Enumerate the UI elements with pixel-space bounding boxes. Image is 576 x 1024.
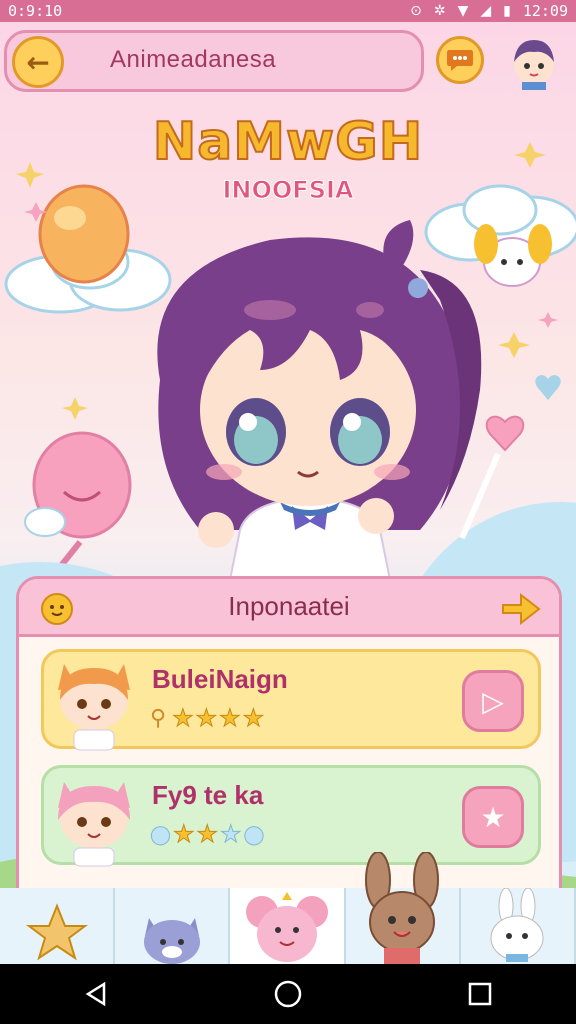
item-title: BuleiNaign: [152, 664, 288, 694]
balloon-orange: [38, 184, 130, 284]
back-arrow-icon: ←: [26, 45, 50, 79]
star-tab-icon: [25, 903, 88, 961]
cat-girl-avatar: [58, 782, 130, 867]
signal-icon: ✲: [433, 3, 446, 19]
tab-rabbit[interactable]: [461, 888, 576, 964]
flower-icon: [41, 593, 73, 625]
star-icon: ★: [219, 820, 242, 849]
nav-recents-button[interactable]: [460, 974, 500, 1014]
top-bar: ← Animeadanesa: [0, 26, 576, 96]
star-icon: ★: [196, 820, 218, 849]
list-item[interactable]: Fy9 te ka ● ★ ★ ★ ● ★: [41, 765, 541, 867]
star-icon: ★: [172, 820, 195, 849]
back-nav-icon: [85, 981, 106, 1007]
star-icon: ★: [195, 704, 218, 733]
favorite-button[interactable]: ★: [462, 786, 524, 848]
star-icon: ●: [243, 820, 265, 849]
status-right-time: 12:09: [522, 2, 568, 20]
card-header: Inponaatei: [19, 579, 559, 637]
play-icon: ▷: [482, 684, 504, 718]
cellular-icon: ◢: [480, 3, 492, 19]
wifi-icon: ▼: [457, 3, 469, 19]
bunny-character-tab-icon: [365, 852, 440, 964]
logo-subtitle: INOOFSIA: [222, 176, 354, 205]
character-list-card: Inponaatei BuleiNaign ⚲ ★ ★ ★ ★ ▷ Fy9 te…: [16, 576, 562, 936]
user-avatar-icon: [514, 40, 554, 90]
nav-home-button[interactable]: [268, 974, 308, 1014]
battery-icon: ▮: [503, 3, 511, 19]
bottom-tab-bar: [0, 852, 576, 964]
rabbit-tab-icon: [490, 888, 544, 962]
recents-nav-icon: [468, 982, 492, 1006]
play-button[interactable]: ▷: [462, 670, 524, 732]
cat-tab-icon: [143, 918, 200, 964]
star-rating: ● ★ ★ ★ ●: [150, 820, 265, 849]
status-time: 0:9:10: [8, 2, 63, 20]
next-arrow-icon[interactable]: [499, 591, 541, 627]
fox-girl-avatar: [58, 664, 130, 751]
home-nav-icon: [274, 980, 302, 1008]
key-icon: ⚲: [150, 705, 167, 731]
star-rating: ⚲ ★ ★ ★ ★: [150, 704, 265, 733]
anime-girl-image: [157, 220, 482, 581]
tab-mouse[interactable]: [230, 888, 346, 964]
back-button[interactable]: ←: [12, 36, 64, 88]
tab-bunny-character[interactable]: [346, 852, 461, 964]
tab-star[interactable]: [0, 888, 116, 964]
tab-cat[interactable]: [115, 888, 231, 964]
profile-avatar-button[interactable]: [506, 34, 562, 90]
mouse-tab-icon: [246, 892, 328, 962]
star-icon: ★: [219, 704, 241, 733]
status-icons: ⊙ ✲ ▼ ◢ ▮ 12:09: [410, 2, 568, 20]
logo-title: NaMwGH: [152, 111, 424, 173]
main-character-illustration: [120, 210, 500, 581]
nav-back-button[interactable]: [76, 974, 116, 1014]
app-title: Animeadanesa: [110, 46, 277, 73]
chat-button[interactable]: [436, 36, 484, 84]
star-icon: ★: [480, 800, 506, 834]
star-icon: ●: [150, 820, 172, 849]
card-title: Inponaatei: [228, 591, 350, 621]
chat-bubble-icon: [447, 50, 473, 71]
list-item[interactable]: BuleiNaign ⚲ ★ ★ ★ ★ ▷: [41, 649, 541, 751]
item-title: Fy9 te ka: [152, 780, 264, 810]
notification-icon: ⊙: [410, 3, 422, 19]
star-icon: ★: [172, 704, 194, 733]
system-nav-bar: [0, 964, 576, 1024]
star-icon: ★: [242, 704, 265, 733]
status-bar: 0:9:10 ⊙ ✲ ▼ ◢ ▮ 12:09: [0, 0, 576, 22]
